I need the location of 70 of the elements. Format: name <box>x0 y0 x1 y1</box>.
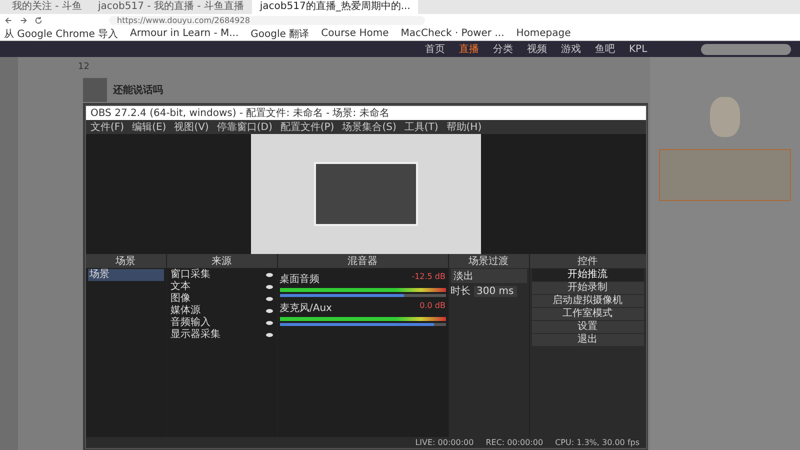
source-item[interactable]: 窗口采集 <box>170 269 210 281</box>
control-button[interactable]: 设置 <box>532 321 644 333</box>
bookmark-link[interactable]: Google 翻译 <box>250 26 310 40</box>
nav-link[interactable]: 视频 <box>527 42 547 56</box>
eye-icon[interactable] <box>266 321 272 325</box>
menu-item[interactable]: 编辑(E) <box>132 120 166 134</box>
nav-link[interactable]: 游戏 <box>561 42 581 56</box>
browser-tab[interactable]: jacob517 - 我的直播 - 斗鱼直播 <box>90 0 252 14</box>
control-button[interactable]: 启动虚拟摄像机 <box>532 295 644 307</box>
follow-count: 12 <box>78 62 90 72</box>
source-item[interactable]: 音频输入 <box>170 317 210 329</box>
bookmark-link[interactable]: 从 Google Chrome 导入 <box>4 26 118 40</box>
nav-link[interactable]: 鱼吧 <box>595 42 615 56</box>
menu-item[interactable]: 工具(T) <box>404 120 438 134</box>
nav-link[interactable]: 分类 <box>493 42 513 56</box>
control-button[interactable]: 工作室模式 <box>532 308 644 320</box>
eye-icon[interactable] <box>266 285 272 289</box>
browser-tab[interactable]: jacob517的直播_热爱周期中的... <box>252 0 418 14</box>
audio-source-name: 麦克风/Aux <box>280 302 332 315</box>
character-illustration <box>710 97 740 137</box>
status-text: LIVE: 00:00:00 <box>415 438 474 447</box>
source-item[interactable]: 媒体源 <box>170 305 200 317</box>
nav-link[interactable]: 首页 <box>425 42 445 56</box>
transition-select[interactable]: 淡出 <box>450 269 526 283</box>
volume-reading: -12.5 dB <box>412 272 446 283</box>
dock-title: 场景过渡 <box>448 254 528 268</box>
menu-item[interactable]: 视图(V) <box>174 120 209 134</box>
eye-icon[interactable] <box>266 333 272 337</box>
menu-item[interactable]: 帮助(H) <box>446 120 482 134</box>
volume-slider[interactable] <box>280 323 434 326</box>
menu-item[interactable]: 配置文件(P) <box>280 120 334 134</box>
control-button[interactable]: 退出 <box>532 334 644 346</box>
nav-link[interactable]: 直播 <box>459 42 479 56</box>
control-button[interactable]: 开始推流 <box>532 269 644 281</box>
source-item[interactable]: 显示器采集 <box>170 329 220 341</box>
window-title: OBS 27.2.4 (64-bit, windows) - 配置文件: 未命名 - 场景: 未命名 <box>86 106 646 120</box>
bookmark-link[interactable]: Homepage <box>516 28 571 39</box>
duration-field[interactable]: 300 ms <box>474 286 517 296</box>
control-button[interactable]: 开始录制 <box>532 282 644 294</box>
dock-title: 混音器 <box>278 254 448 268</box>
menu-item[interactable]: 文件(F) <box>90 120 124 134</box>
status-text: REC: 00:00:00 <box>486 438 544 447</box>
address-field[interactable]: https://www.douyu.com/2684928 <box>109 16 425 25</box>
search-field[interactable] <box>701 44 792 54</box>
menu-item[interactable]: 场景集合(S) <box>342 120 396 134</box>
bookmark-link[interactable]: MacCheck · Power ... <box>400 28 504 39</box>
eye-icon[interactable] <box>266 297 272 301</box>
status-text: CPU: 1.3%, 30.00 fps <box>555 438 640 447</box>
source-item[interactable]: 文本 <box>170 281 190 293</box>
bookmark-link[interactable]: Armour in Learn - M... <box>130 28 239 39</box>
duration-label: 时长 <box>450 284 470 298</box>
bookmark-link[interactable]: Course Home <box>321 28 389 39</box>
scene-item[interactable]: 场景 <box>88 269 164 281</box>
reload-icon[interactable] <box>34 16 43 25</box>
streamer-name: 还能说话吗 <box>113 84 163 97</box>
browser-tab[interactable]: 我的关注 - 斗鱼 <box>4 0 90 14</box>
menu-item[interactable]: 停靠窗口(D) <box>216 120 272 134</box>
dock-title: 场景 <box>86 254 166 268</box>
back-icon[interactable] <box>4 16 13 25</box>
dock-title: 控件 <box>530 254 646 268</box>
nav-link[interactable]: KPL <box>629 44 648 54</box>
avatar-placeholder <box>83 78 107 102</box>
forward-icon[interactable] <box>19 16 28 25</box>
volume-slider[interactable] <box>280 294 404 297</box>
eye-icon[interactable] <box>266 273 272 277</box>
audio-source-name: 桌面音频 <box>280 272 320 286</box>
volume-reading: 0.0 dB <box>420 301 446 312</box>
source-item[interactable]: 图像 <box>170 293 190 305</box>
eye-icon[interactable] <box>266 309 272 313</box>
dock-title: 来源 <box>166 254 276 268</box>
